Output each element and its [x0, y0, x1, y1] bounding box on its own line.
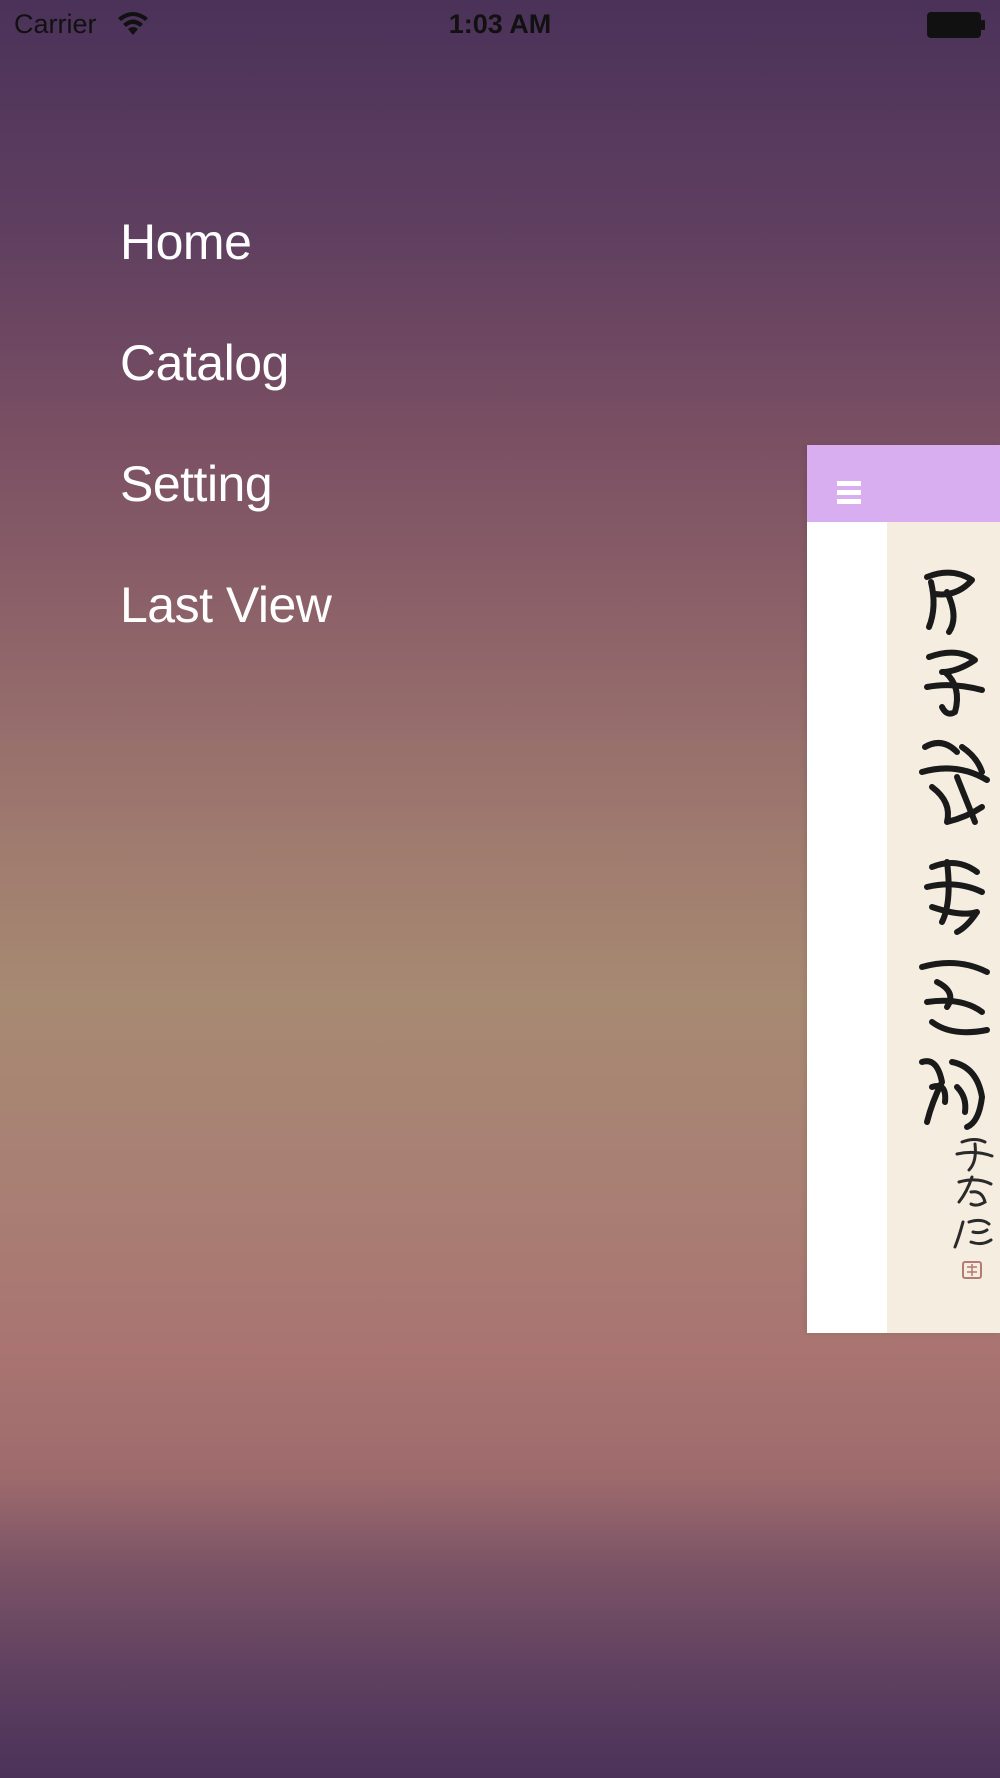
status-time: 1:03 AM: [448, 9, 552, 39]
calligraphy-scroll-image: [887, 522, 1000, 1333]
menu-item-catalog[interactable]: Catalog: [120, 333, 331, 454]
side-menu: Home Catalog Setting Last View: [120, 212, 332, 696]
menu-item-home[interactable]: Home: [120, 212, 331, 333]
menu-item-last-view[interactable]: Last View: [120, 575, 332, 696]
menu-item-setting[interactable]: Setting: [120, 454, 331, 575]
hamburger-icon[interactable]: [837, 481, 861, 505]
calligraphy-scroll: [919, 569, 994, 1279]
content-panel[interactable]: [807, 445, 1000, 1333]
status-bar: Carrier 1:03 AM: [0, 0, 1000, 50]
battery-icon: [927, 12, 985, 38]
content-navbar: [807, 445, 1000, 522]
